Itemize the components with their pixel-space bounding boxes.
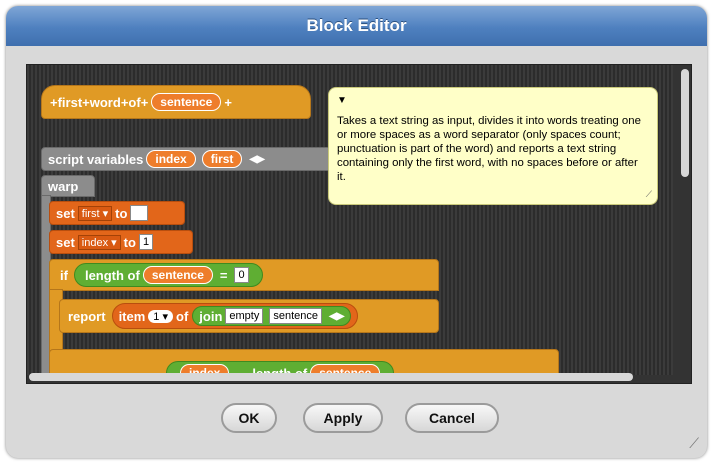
to-label: to [115,205,128,221]
variable-dropdown[interactable]: first ▾ [77,205,113,221]
equals-sign: = [219,267,228,283]
window-title: Block Editor [306,16,407,35]
custom-block-hat[interactable]: + first + word + of + sentence + [41,85,311,119]
item-label: item [118,308,146,324]
if-label: if [60,267,68,283]
value-slot[interactable]: 1 [138,234,154,250]
hat-plus[interactable]: + [82,95,90,110]
join-label: join [199,308,223,324]
set-label: set [56,234,75,250]
report-block[interactable]: report item 1 ▾ of join empty sentence ◀… [59,299,439,333]
set-first-block[interactable]: set first ▾ to [49,201,185,225]
comment-note[interactable]: ▼ Takes a text string as input, divides … [328,87,658,205]
item-index[interactable]: 1 ▾ [148,309,173,323]
script-variables-label: script variables [48,151,144,167]
resize-handle-icon[interactable]: ⟋ [646,187,652,201]
hat-word-first[interactable]: first [58,95,83,110]
collapse-arrow-icon[interactable]: ▼ [337,94,347,108]
apply-button[interactable]: Apply [303,403,383,433]
cancel-button[interactable]: Cancel [405,403,499,433]
script-area[interactable]: + first + word + of + sentence + script … [26,64,692,384]
compare-value[interactable]: 0 [234,267,249,283]
variable-first[interactable]: first [201,150,243,168]
arg-sentence[interactable]: sentence [142,266,213,284]
hat-plus[interactable]: + [141,95,149,110]
ok-button[interactable]: OK [221,403,277,433]
hat-plus[interactable]: + [121,95,129,110]
hat-plus[interactable]: + [224,95,232,110]
item-index-value: 1 [153,310,160,323]
dropdown-value: first [81,207,100,220]
block-editor-dialog: Block Editor + first + word + of + sente… [6,6,707,458]
script-variables-block[interactable]: script variables index first ◀▶ [41,147,333,171]
report-label: report [68,308,106,324]
item-of-block[interactable]: item 1 ▾ of join empty sentence ◀▶ [111,303,359,329]
hat-plus[interactable]: + [50,95,58,110]
length-of-label: length of [84,267,140,283]
equals-predicate[interactable]: length of sentence = 0 [73,263,263,287]
join-arg-sentence[interactable]: sentence [269,308,323,324]
hat-word-word[interactable]: word [90,95,121,110]
script-canvas[interactable]: + first + word + of + sentence + script … [27,65,673,375]
of-label: of [176,308,189,324]
horizontal-scrollbar[interactable] [29,373,633,381]
join-arg-empty[interactable]: empty [225,308,264,324]
title-bar[interactable]: Block Editor [6,6,707,46]
window-resize-icon[interactable]: ⟋ [689,435,699,452]
warp-label: warp [48,178,79,194]
set-index-block[interactable]: set index ▾ to 1 [49,230,193,254]
arrows-icon[interactable]: ◀▶ [329,311,344,322]
arrows-icon[interactable]: ◀▶ [249,154,264,165]
dropdown-value: index [81,236,109,249]
warp-block[interactable]: warp [41,175,95,197]
next-block[interactable]: index length of sentence [49,349,559,375]
set-label: set [56,205,75,221]
variable-dropdown[interactable]: index ▾ [77,234,121,250]
if-block[interactable]: if length of sentence = 0 [49,259,439,291]
variable-index[interactable]: index [146,150,196,168]
param-sentence[interactable]: sentence [151,93,222,111]
comment-text[interactable]: Takes a text string as input, divides it… [337,115,641,183]
value-slot[interactable] [130,205,149,221]
hat-word-of[interactable]: of [128,95,140,110]
join-block[interactable]: join empty sentence ◀▶ [192,306,352,326]
vertical-scrollbar[interactable] [681,69,689,177]
to-label: to [123,234,136,250]
